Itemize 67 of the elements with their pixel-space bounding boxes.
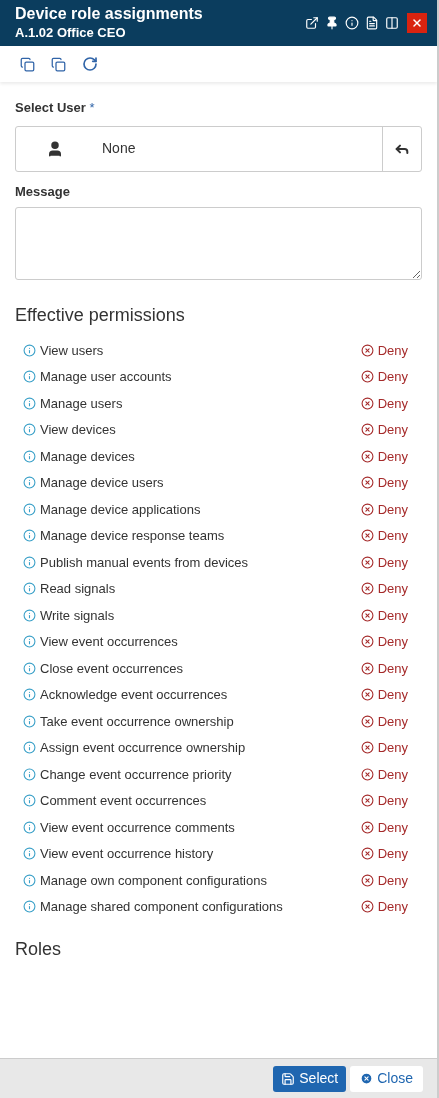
permission-name: Manage devices <box>40 447 135 466</box>
pin-icon[interactable] <box>325 16 339 30</box>
permission-name: Close event occurrences <box>40 659 184 678</box>
permission-name: Write signals <box>40 606 115 625</box>
permission-name: Take event occurrence ownership <box>40 712 234 731</box>
permission-result: Deny <box>377 792 408 810</box>
permission-result: Deny <box>377 818 408 837</box>
permission-name: Manage users <box>40 394 123 413</box>
permission-name: Read signals <box>40 580 116 598</box>
user-value: None <box>102 139 136 158</box>
permission-result: Deny <box>377 394 408 413</box>
window-title: Device role assignments <box>15 4 203 24</box>
permission-result: Deny <box>377 686 408 704</box>
permission-result: Deny <box>377 659 408 678</box>
permission-name: View event occurrence comments <box>40 818 235 837</box>
section-heading: Effective permissions <box>15 304 186 327</box>
close-icon <box>411 17 423 29</box>
required-mark: * <box>89 100 95 115</box>
close-button[interactable]: Close <box>350 1065 423 1092</box>
permission-name: Acknowledge event occurrences <box>40 686 228 704</box>
copy-icon[interactable] <box>51 56 66 72</box>
resize-icon[interactable] <box>385 16 399 30</box>
pop-out-icon[interactable] <box>305 16 319 30</box>
permission-result: Deny <box>377 474 408 492</box>
close-button[interactable] <box>407 13 427 33</box>
permission-name: View users <box>40 341 104 360</box>
permission-name: Publish manual events from devices <box>40 553 249 572</box>
permission-result: Deny <box>377 580 408 598</box>
window-subtitle: A.1.02 Office CEO <box>15 24 127 42</box>
permission-name: View event occurrences <box>40 633 178 651</box>
permission-result: Deny <box>377 500 408 519</box>
select-button[interactable]: Select <box>273 1065 347 1092</box>
section-heading: Roles <box>15 938 63 961</box>
permission-name: Change event occurrence priority <box>40 765 232 784</box>
permission-result: Deny <box>377 447 408 466</box>
field-label: Select User <box>15 100 86 115</box>
permission-result: Deny <box>377 633 408 651</box>
permission-name: Manage device applications <box>40 500 201 519</box>
permission-result: Deny <box>377 845 408 863</box>
field-label: Message <box>15 182 71 201</box>
permission-result: Deny <box>377 712 408 731</box>
permission-name: Manage device response teams <box>40 527 225 545</box>
message-field[interactable] <box>15 207 422 280</box>
permission-result: Deny <box>377 341 408 360</box>
permission-name: Assign event occurrence ownership <box>40 739 246 757</box>
permission-result: Deny <box>377 421 408 439</box>
permission-name: Comment event occurrences <box>40 792 207 810</box>
permission-name: View devices <box>40 421 116 439</box>
permission-result: Deny <box>377 527 408 545</box>
permission-name: View event occurrence history <box>40 845 214 863</box>
select-all-icon[interactable] <box>20 56 35 72</box>
user-select-field[interactable]: None <box>15 125 422 172</box>
permission-result: Deny <box>377 765 408 784</box>
user-icon <box>46 139 64 158</box>
permission-result: Deny <box>377 871 408 890</box>
permission-result: Deny <box>377 606 408 625</box>
close-icon <box>360 1072 374 1085</box>
save-icon <box>281 1071 296 1086</box>
refresh-icon[interactable] <box>82 56 98 72</box>
permission-result: Deny <box>377 553 408 572</box>
permission-result: Deny <box>377 739 408 757</box>
permission-result: Deny <box>377 898 408 916</box>
permission-name: Manage user accounts <box>40 368 172 386</box>
permission-result: Deny <box>377 368 408 386</box>
permission-name: Manage shared component configurations <box>40 898 283 916</box>
permission-name: Manage own component configurations <box>40 871 267 890</box>
permission-name: Manage device users <box>40 474 164 492</box>
